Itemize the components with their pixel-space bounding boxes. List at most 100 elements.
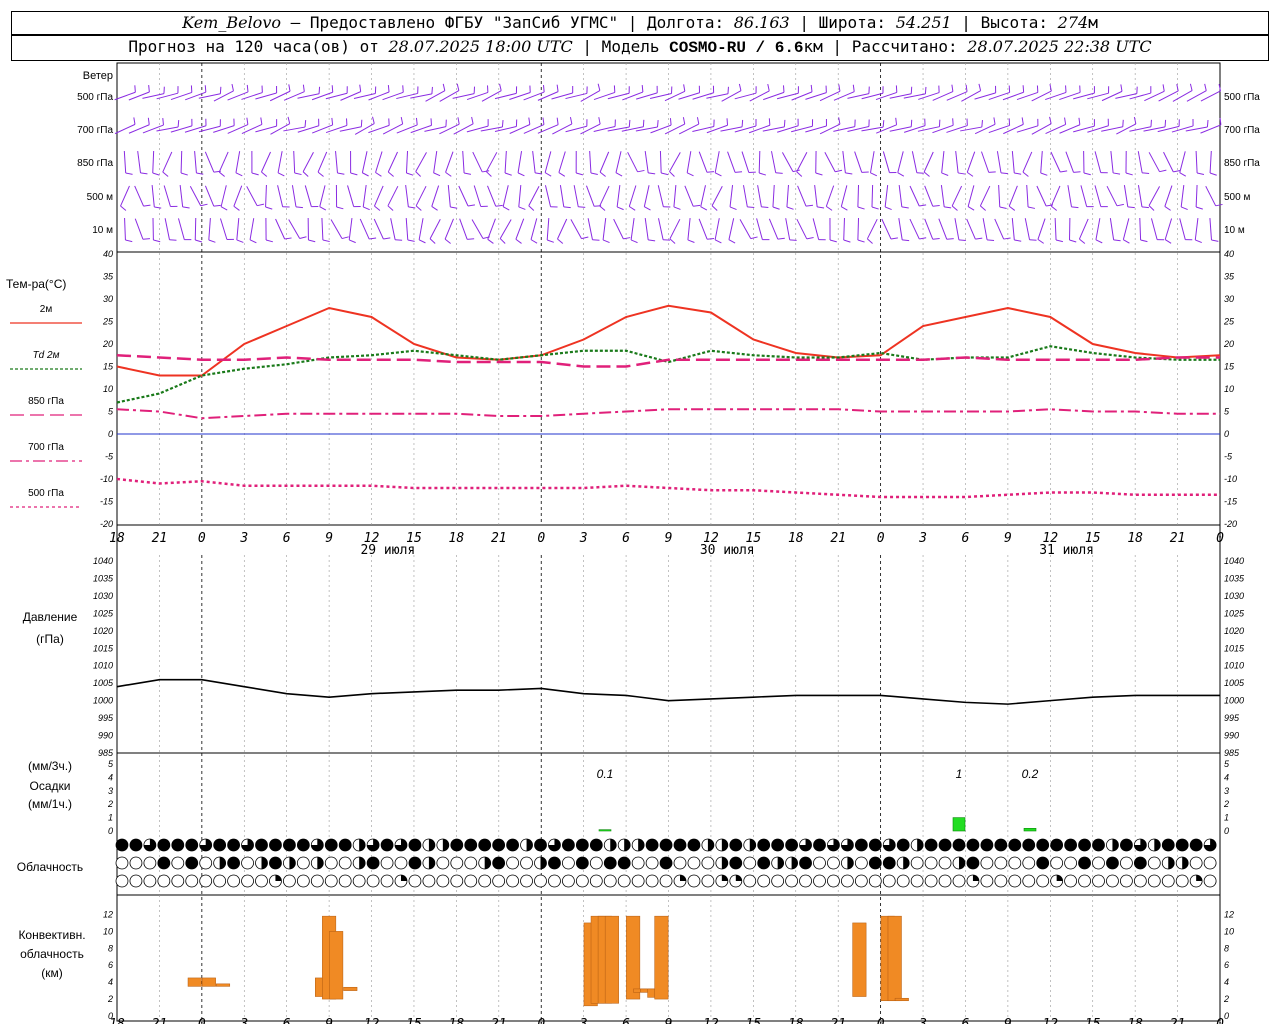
wind-barb-shaft (219, 218, 228, 240)
wind-barb-shaft (1195, 150, 1198, 174)
cloud-fill (660, 857, 673, 869)
wind-barb-flag (1078, 117, 1081, 125)
wind-barb (819, 117, 841, 135)
wind-barb-shaft (208, 217, 211, 241)
cloud-symbol (1092, 856, 1105, 870)
cloud-symbol (785, 856, 798, 870)
wind-barb-flag (1173, 170, 1181, 173)
cloud-circle (924, 874, 938, 888)
cloud-symbol (296, 838, 310, 852)
wind-barb (405, 217, 415, 242)
wind-barb-shaft (1110, 151, 1114, 173)
cloud-circle (352, 874, 366, 888)
cloud-circle (1147, 856, 1161, 870)
wind-level-label-left: 500 м (87, 192, 113, 203)
convective-cloud-panel (187, 915, 909, 1007)
wind-barb-flag (431, 86, 433, 94)
wind-barb (960, 120, 983, 132)
cloud-circle (296, 874, 310, 888)
wind-barb-shaft (698, 218, 708, 240)
wind-barb-shaft (462, 150, 465, 174)
wind-barb-flag (616, 206, 624, 211)
cloud-fill (624, 839, 631, 851)
wind-barb-shaft (770, 151, 777, 173)
wind-barb (518, 185, 526, 210)
wind-barb-flag (302, 84, 305, 92)
wind-barb-shaft (1016, 125, 1039, 133)
wind-barb-shaft (1179, 218, 1186, 240)
wind-barb-flag (815, 172, 823, 176)
cloud-symbol (687, 838, 701, 852)
cloud-circle (631, 874, 645, 888)
cloud-symbol (1175, 856, 1189, 870)
wind-barb-flag (768, 118, 771, 126)
wind-barb-shaft (785, 218, 791, 240)
cloud-circle (1064, 856, 1077, 870)
cloud-symbol (1092, 838, 1105, 852)
wind-barb (499, 219, 512, 244)
wind-barb (551, 86, 574, 100)
wind-barb-shaft (580, 90, 601, 102)
cloud-fill (799, 857, 812, 869)
precip-bar (598, 829, 612, 832)
wind-barb-flag (220, 206, 228, 211)
time-tick-label: 12 (364, 1017, 380, 1024)
cloud-fill (1190, 839, 1203, 851)
wind-barb (494, 119, 518, 132)
cloud-symbol (952, 838, 966, 852)
time-tick-label: 6 (622, 531, 630, 546)
wind-barb (219, 218, 234, 241)
wind-barb (1185, 119, 1209, 132)
wind-barb (684, 185, 701, 207)
wind-barb (924, 218, 940, 240)
wind-barb-flag (1164, 205, 1171, 211)
wind-barb-flag (1022, 85, 1025, 93)
wind-barb (471, 219, 490, 240)
wind-barb-shaft (319, 185, 326, 207)
temp-tick-right: -20 (1224, 519, 1237, 529)
cloud-circle (143, 874, 157, 888)
cloud-fill (562, 839, 575, 851)
cloud-circle (450, 874, 464, 888)
wind-barb-flag (547, 239, 554, 243)
cloud-fill (428, 839, 435, 851)
cloud-symbol (771, 856, 785, 870)
time-tick-label: 15 (1085, 1017, 1101, 1024)
wind-barb-shaft (340, 91, 361, 101)
cloud-symbol (115, 874, 129, 888)
wind-barb (884, 185, 892, 211)
wind-barb-shaft (1094, 151, 1102, 173)
wind-barb-flag (558, 172, 566, 177)
cloud-circle (380, 874, 394, 888)
wind-barb-shaft (180, 150, 183, 174)
wind-barb-flag (669, 238, 676, 244)
wind-barb-flag (1195, 206, 1203, 210)
cloud-symbol (1050, 856, 1064, 870)
cloud-circle (227, 874, 241, 888)
wind-barb-shaft (669, 152, 681, 172)
cloud-circle (1036, 874, 1050, 888)
cloud-symbol (701, 838, 715, 852)
cloud-symbol (534, 856, 547, 870)
temp-tick-left: 40 (103, 249, 113, 259)
wind-barb-flag (1148, 205, 1155, 211)
cloud-symbol (199, 856, 213, 870)
wind-barb-flag (1071, 206, 1079, 209)
wind-barb-flag (467, 204, 476, 207)
wind-barb-shaft (123, 150, 127, 174)
wind-barb-flag (515, 238, 522, 244)
wind-barb-flag (1040, 172, 1048, 176)
wind-barb-shaft (1011, 150, 1015, 174)
wind-barb-flag (884, 206, 892, 211)
cloud-symbol (185, 874, 199, 888)
wind-barb (768, 218, 785, 240)
wind-barb (686, 151, 694, 177)
cloud-symbol (562, 838, 575, 852)
cloud-fill (1022, 839, 1035, 851)
wind-barb (698, 151, 715, 173)
cloud-fill (729, 839, 742, 851)
wind-barb (481, 83, 502, 102)
wind-barb-shaft (1122, 218, 1130, 240)
wind-barb-shaft (1078, 218, 1089, 240)
cloud-circle (506, 856, 519, 870)
